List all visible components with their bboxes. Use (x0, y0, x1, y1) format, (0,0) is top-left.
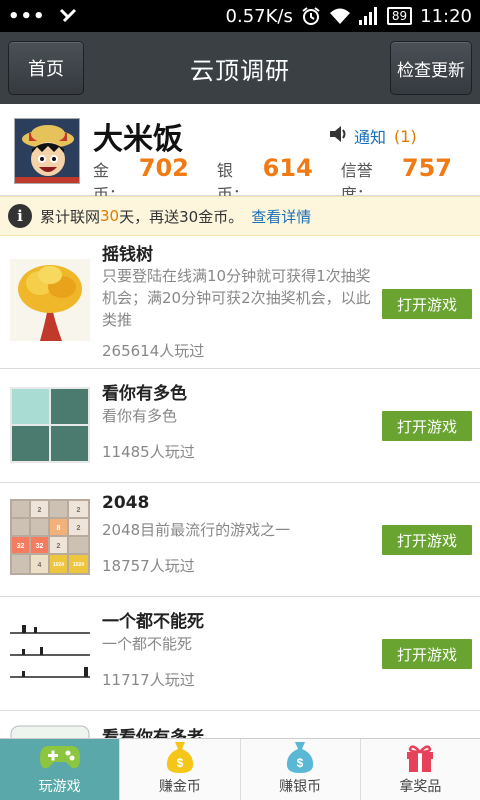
money-tree-icon (10, 259, 90, 341)
tile-label: 32 (17, 543, 25, 550)
tile-label: 2 (77, 507, 81, 514)
game-desc: 2048目前最流行的游戏之一 (102, 521, 291, 539)
game-plays: 18757人玩过 (102, 557, 195, 575)
game-plays: 265614人玩过 (102, 342, 205, 360)
game-name: 2048 (102, 493, 150, 513)
clock: 11:20 (420, 5, 472, 27)
nav-label: 玩游戏 (38, 779, 81, 795)
list-item: 摇钱树 只要登陆在线满10分钟就可获得1次抽奖机会；满20分钟可获2次抽奖机会，… (0, 236, 480, 369)
username: 大米饭 (93, 122, 183, 157)
color-grid-icon (10, 387, 90, 463)
notice-details-link[interactable]: 查看详情 (251, 206, 311, 227)
speaker-icon (328, 124, 350, 148)
tile-label: 32 (36, 543, 44, 550)
notice-middle: 天，再送30金币。 (119, 207, 244, 226)
game-desc: 一个都不能死 (102, 635, 193, 653)
age-icon (10, 725, 90, 738)
home-button[interactable]: 首页 (8, 41, 84, 95)
tile-label: 4 (38, 562, 42, 569)
status-bar: ••• 0.57K/s 89 11:20 (0, 0, 480, 32)
game-desc: 看你有多色 (102, 407, 178, 425)
notice-days: 30 (100, 207, 120, 225)
check-update-button[interactable]: 检查更新 (390, 41, 472, 95)
alarm-icon (301, 6, 321, 26)
gamepad-icon (39, 740, 80, 774)
game-name: 一个都不能死 (102, 612, 204, 632)
game-name: 看看你有多老 (102, 728, 204, 738)
nav-label: 赚银币 (279, 779, 322, 795)
tile-label: 1024 (53, 562, 64, 568)
tile-label: 2 (38, 507, 42, 514)
tile-label: 2 (57, 543, 61, 550)
credit-value: 757 (401, 154, 452, 182)
open-game-button[interactable]: 打开游戏 (382, 525, 472, 555)
nav-label: 拿奖品 (399, 779, 442, 795)
title-bar: 首页 云顶调研 检查更新 (0, 32, 480, 104)
game-plays: 11485人玩过 (102, 443, 195, 461)
list-item: 看你有多色 看你有多色 11485人玩过 打开游戏 (0, 369, 480, 483)
notify-label: 通知 (354, 128, 387, 147)
nav-play-games[interactable]: 玩游戏 (0, 739, 121, 800)
gold-money-bag-icon: $ (160, 740, 200, 774)
open-game-button[interactable]: 打开游戏 (382, 639, 472, 669)
svg-text:$: $ (177, 756, 184, 770)
game-list[interactable]: 摇钱树 只要登陆在线满10分钟就可获得1次抽奖机会；满20分钟可获2次抽奖机会，… (0, 236, 480, 738)
nav-earn-gold[interactable]: $ 赚金币 (120, 739, 241, 800)
profile-card: 大米饭 通知 (1) 金币： 702 银币： 614 信誉度： 757 (0, 104, 480, 204)
notice-banner: i 累计联网 30 天，再送30金币。 查看详情 (0, 196, 480, 236)
nav-label: 赚金币 (158, 779, 201, 795)
notification-app-icon (58, 7, 78, 25)
list-item: 看看你有多老 (0, 711, 480, 738)
list-item: 一个都不能死 一个都不能死 11717人玩过 打开游戏 (0, 597, 480, 711)
gold-value: 702 (138, 154, 189, 182)
notification-link[interactable]: 通知 (1) (328, 124, 417, 148)
wifi-icon (329, 7, 351, 25)
more-dots-icon: ••• (8, 5, 46, 27)
battery-icon: 89 (386, 7, 413, 25)
tile-label: 1024 (73, 562, 84, 568)
nav-earn-silver[interactable]: $ 赚银币 (241, 739, 361, 800)
gift-icon (400, 740, 440, 774)
nav-get-prizes[interactable]: 拿奖品 (361, 739, 480, 800)
game-name: 看你有多色 (102, 384, 187, 404)
list-item: 2 2 8 2 32 32 2 4 1024 1024 2048 2048目前最… (0, 483, 480, 597)
signal-icon (358, 7, 379, 25)
info-icon: i (8, 204, 32, 228)
game-desc: 只要登陆在线满10分钟就可获得1次抽奖机会；满20分钟可获2次抽奖机会，以此类推 (102, 267, 371, 329)
avatar[interactable] (14, 118, 80, 184)
bottom-nav: 玩游戏 $ 赚金币 $ 赚银币 拿奖品 (0, 738, 480, 800)
notice-prefix: 累计联网 (40, 207, 101, 226)
2048-board-icon: 2 2 8 2 32 32 2 4 1024 1024 (10, 499, 90, 575)
silver-money-bag-icon: $ (280, 740, 320, 774)
page-title: 云顶调研 (190, 56, 290, 85)
game-name: 摇钱树 (102, 245, 153, 265)
open-game-button[interactable]: 打开游戏 (382, 411, 472, 441)
svg-text:$: $ (297, 756, 304, 770)
silver-value: 614 (262, 154, 313, 182)
tile-label: 8 (57, 525, 61, 532)
open-game-button[interactable]: 打开游戏 (382, 289, 472, 319)
net-speed: 0.57K/s (225, 5, 293, 27)
notify-count: (1) (394, 126, 417, 146)
game-plays: 11717人玩过 (102, 671, 195, 689)
runner-lanes-icon (10, 619, 90, 685)
tile-label: 2 (77, 525, 81, 532)
